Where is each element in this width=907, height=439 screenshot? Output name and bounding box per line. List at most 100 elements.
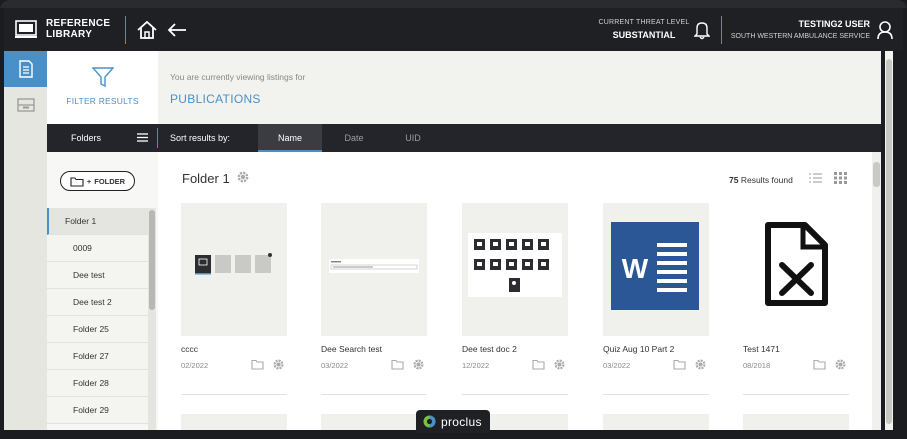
sort-label: Sort results by: — [170, 133, 231, 143]
publication-thumbnail[interactable] — [181, 414, 287, 430]
listing-title: PUBLICATIONS — [170, 92, 261, 106]
left-rail — [4, 51, 47, 430]
back-arrow-icon[interactable] — [166, 20, 188, 40]
folder-scrollbar-thumb[interactable] — [149, 210, 155, 310]
folder-icon[interactable] — [532, 359, 545, 370]
folder-item[interactable]: Folder 25 — [47, 316, 148, 343]
publication-title[interactable]: Quiz Aug 10 Part 2 — [603, 344, 709, 355]
publication-thumbnail[interactable] — [321, 414, 427, 430]
svg-text:W: W — [622, 253, 649, 284]
card-divider — [743, 394, 849, 395]
publication-card[interactable]: Dee Search test 03/2022 — [321, 203, 427, 395]
threat-level: CURRENT THREAT LEVEL SUBSTANTIAL — [584, 19, 704, 40]
results-scrollbar[interactable] — [872, 152, 881, 430]
folder-item[interactable]: Folder 28 — [47, 370, 148, 397]
filter-results-label: FILTER RESULTS — [66, 96, 139, 106]
menu-icon[interactable] — [137, 132, 148, 143]
brand-title-line1: REFERENCE — [46, 18, 111, 29]
archive-icon — [16, 98, 35, 112]
card-actions — [251, 358, 285, 371]
add-folder-plus: + — [86, 176, 92, 186]
publication-card[interactable]: Dee test doc 2 12/2022 — [462, 203, 568, 395]
add-folder-button[interactable]: + FOLDER — [60, 171, 135, 191]
list-view-icon[interactable] — [809, 172, 822, 184]
grid-view-icon[interactable] — [834, 172, 847, 184]
folder-title: Folder 1 — [182, 171, 230, 186]
proclus-brand: proclus — [441, 414, 482, 429]
filter-results-button[interactable]: FILTER RESULTS — [47, 51, 158, 124]
folder-item[interactable]: Dee test — [47, 262, 148, 289]
folder-item[interactable]: Folder 27 — [47, 343, 148, 370]
publication-thumbnail[interactable] — [743, 414, 849, 430]
app-grid-thumbnail-icon — [468, 233, 562, 297]
results-scrollbar-thumb[interactable] — [873, 162, 880, 187]
threat-level-value: SUBSTANTIAL — [612, 30, 676, 40]
card-divider — [462, 394, 568, 395]
app-window: REFERENCE LIBRARY CURRENT THREAT LEVEL S… — [0, 0, 907, 439]
results-text: Results found — [740, 175, 793, 185]
publication-card[interactable]: Test 1471 08/2018 — [743, 203, 849, 395]
user-icon[interactable] — [876, 20, 894, 40]
folder-icon[interactable] — [673, 359, 686, 370]
publication-title[interactable]: cccc — [181, 344, 287, 355]
user-name: TESTING2 USER — [798, 19, 870, 29]
gear-icon[interactable] — [553, 358, 566, 371]
sort-divider — [157, 128, 158, 148]
folder-item[interactable]: Dee test 2 — [47, 289, 148, 316]
publication-thumbnail[interactable] — [462, 203, 568, 336]
word-document-icon: W — [611, 222, 699, 310]
folder-sidebar: + FOLDER Folder 1 0009 Dee test Dee test… — [47, 152, 158, 430]
proclus-logo-icon — [423, 415, 436, 428]
gear-icon[interactable] — [412, 358, 425, 371]
gear-icon[interactable] — [834, 358, 847, 371]
page-scrollbar-thumb[interactable] — [886, 59, 892, 424]
search-bar-thumbnail-icon — [329, 259, 419, 273]
funnel-icon — [92, 67, 114, 88]
bell-icon[interactable] — [694, 20, 710, 40]
results-panel: Folder 1 75 Results found cccc 02/2022 D… — [158, 152, 872, 430]
listing-intro: You are currently viewing listings for P… — [158, 51, 881, 124]
top-header: REFERENCE LIBRARY CURRENT THREAT LEVEL S… — [4, 8, 903, 51]
folder-icon[interactable] — [813, 359, 826, 370]
folder-icon[interactable] — [391, 359, 404, 370]
publication-thumbnail[interactable] — [603, 414, 709, 430]
document-icon — [18, 60, 33, 78]
brand-title[interactable]: REFERENCE LIBRARY — [46, 18, 116, 40]
card-actions — [673, 358, 707, 371]
folder-item[interactable]: 0009 — [47, 235, 148, 262]
folder-item[interactable]: Folder 29 — [47, 397, 148, 424]
sort-tab-name[interactable]: Name — [258, 124, 322, 152]
rail-documents-button[interactable] — [4, 51, 47, 87]
card-divider — [603, 394, 709, 395]
card-actions — [813, 358, 847, 371]
page-scrollbar[interactable] — [885, 51, 893, 430]
card-actions — [532, 358, 566, 371]
folder-scrollbar[interactable] — [148, 208, 156, 430]
publication-card[interactable]: cccc 02/2022 — [181, 203, 287, 395]
publication-card[interactable]: W Quiz Aug 10 Part 2 03/2022 — [603, 203, 709, 395]
sort-tab-uid[interactable]: UID — [381, 124, 445, 152]
gear-icon[interactable] — [694, 358, 707, 371]
home-icon[interactable] — [136, 20, 158, 40]
sort-tab-date[interactable]: Date — [322, 124, 386, 152]
rail-archive-button[interactable] — [4, 87, 47, 123]
folder-icon[interactable] — [251, 359, 264, 370]
header-divider — [125, 16, 126, 44]
publication-thumbnail[interactable]: W — [603, 203, 709, 336]
gear-icon[interactable] — [272, 358, 285, 371]
folder-list: Folder 1 0009 Dee test Dee test 2 Folder… — [47, 208, 148, 424]
publication-title[interactable]: Dee Search test — [321, 344, 427, 355]
publication-thumbnail[interactable] — [181, 203, 287, 336]
proclus-badge[interactable]: proclus — [416, 410, 490, 433]
folders-label: Folders — [71, 133, 102, 143]
publication-title[interactable]: Dee test doc 2 — [462, 344, 568, 355]
threat-level-label: CURRENT THREAT LEVEL — [598, 19, 690, 26]
user-organisation: SOUTH WESTERN AMBULANCE SERVICE — [730, 33, 870, 40]
gear-icon[interactable] — [236, 170, 250, 184]
publication-thumbnail[interactable] — [321, 203, 427, 336]
user-info[interactable]: TESTING2 USER SOUTH WESTERN AMBULANCE SE… — [722, 19, 870, 40]
publication-title[interactable]: Test 1471 — [743, 344, 849, 355]
publication-thumbnail[interactable] — [743, 203, 849, 336]
card-divider — [181, 394, 287, 395]
folder-item[interactable]: Folder 1 — [47, 208, 148, 235]
